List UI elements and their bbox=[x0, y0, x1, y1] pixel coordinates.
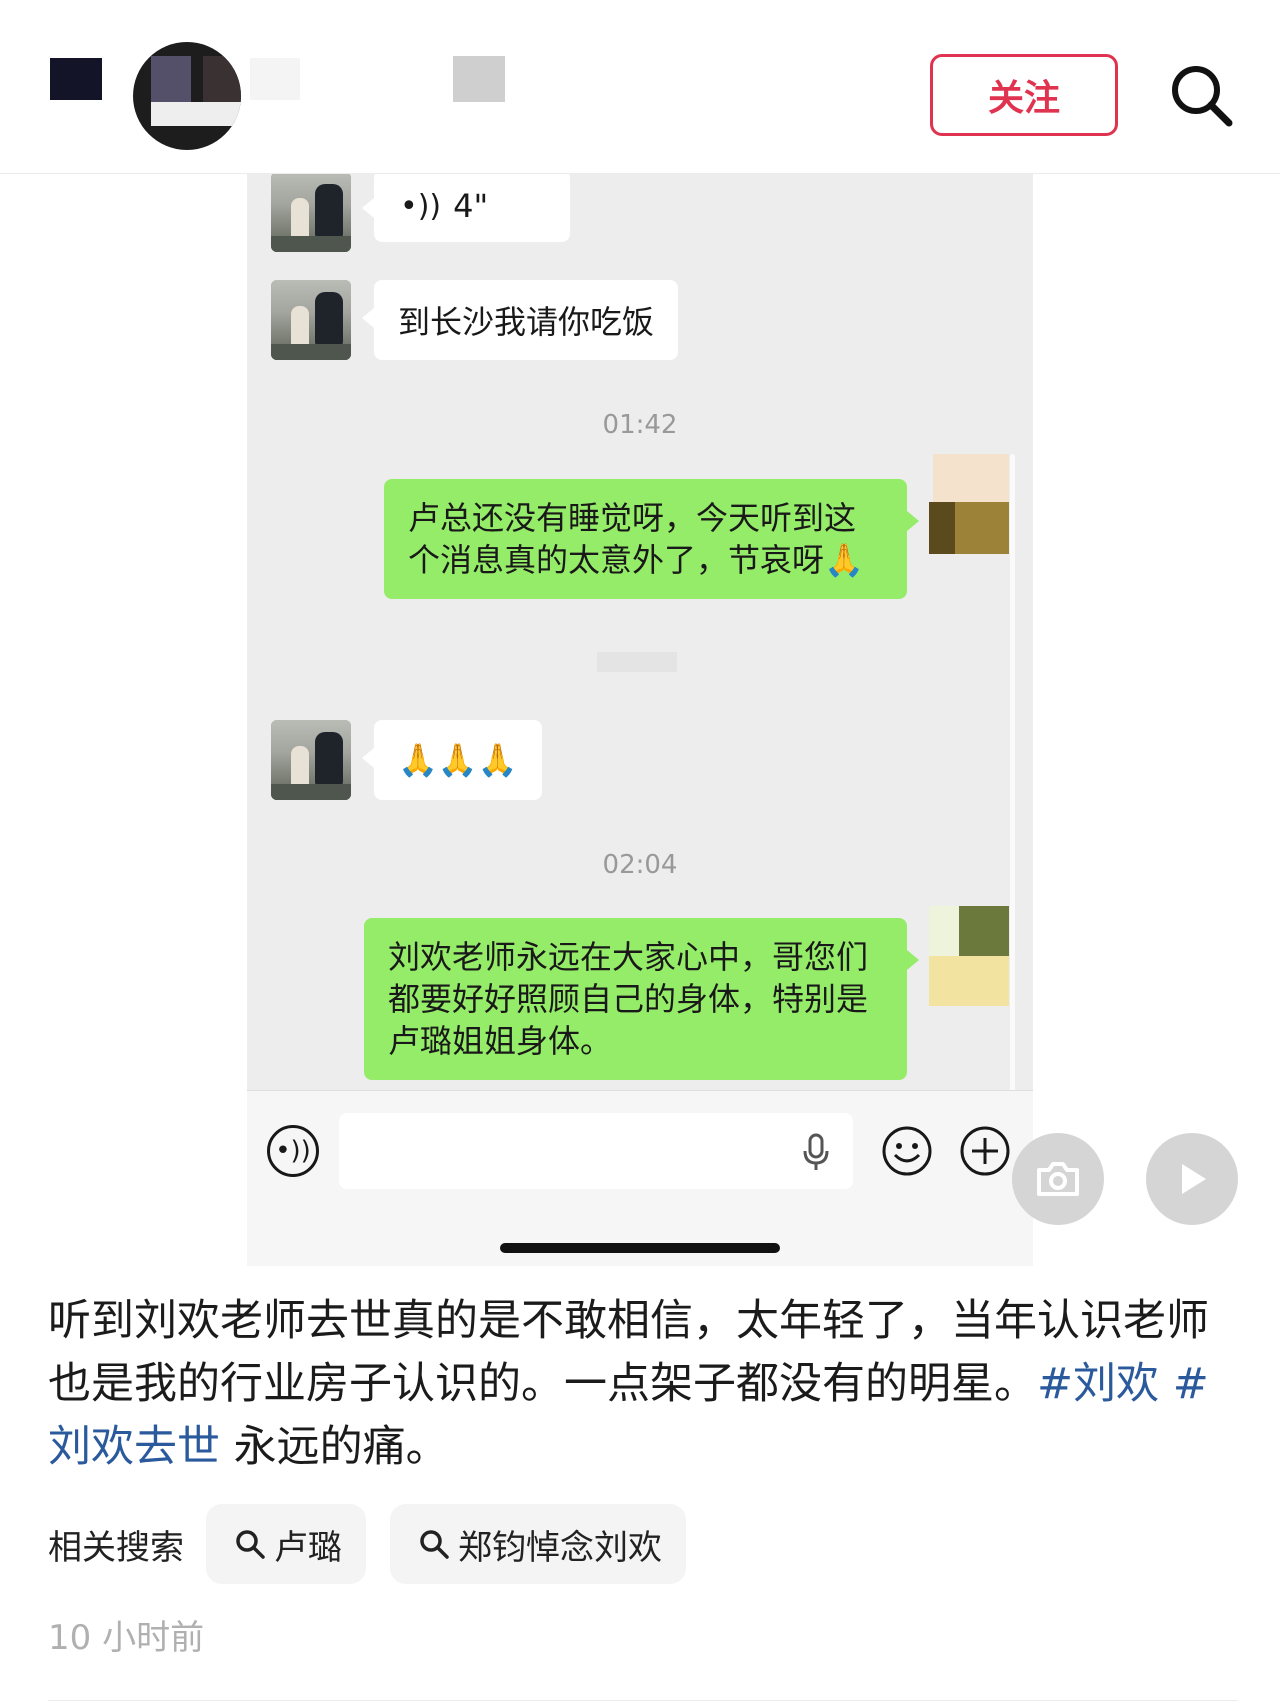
chat-input-bar: •)) bbox=[247, 1090, 1033, 1266]
message-text: 刘欢老师永远在大家心中，哥您们都要好好照顾自己的身体，特别是卢璐姐姐身体。 bbox=[388, 938, 869, 1060]
outgoing-message[interactable]: 刘欢老师永远在大家心中，哥您们都要好好照顾自己的身体，特别是卢璐姐姐身体。 bbox=[364, 918, 919, 1080]
message-text: 到长沙我请你吃饭 bbox=[398, 303, 655, 341]
post-caption: 听到刘欢老师去世真的是不敢相信，太年轻了，当年认识老师也是我的行业房子认识的。一… bbox=[48, 1290, 1238, 1479]
outgoing-message[interactable]: 卢总还没有睡觉呀，今天听到这个消息真的太意外了，节哀呀🙏 bbox=[384, 479, 919, 599]
top-bar: 关注 bbox=[0, 0, 1280, 174]
chat-timestamp: 02:04 bbox=[602, 850, 678, 880]
voice-duration: 4" bbox=[453, 187, 489, 225]
search-icon[interactable] bbox=[1168, 62, 1234, 128]
home-indicator bbox=[500, 1243, 780, 1253]
voice-wave-icon: •)) bbox=[400, 188, 442, 224]
voice-mode-icon[interactable]: •)) bbox=[267, 1125, 319, 1177]
hashtag-link[interactable]: #刘欢 bbox=[1037, 1359, 1159, 1409]
contact-avatar bbox=[271, 174, 351, 252]
caption-tail: 永远的痛。 bbox=[233, 1422, 449, 1472]
message-input[interactable] bbox=[339, 1113, 853, 1189]
blurred-timestamp bbox=[597, 652, 677, 672]
author-name-blurred[interactable] bbox=[250, 58, 300, 100]
chat-screenshot[interactable]: •)) 4" 到长沙我请你吃饭 01:42 卢总还没有睡觉呀，今天听到这个消息真… bbox=[247, 174, 1033, 1266]
contact-avatar bbox=[271, 280, 351, 360]
play-button[interactable] bbox=[1146, 1133, 1238, 1225]
self-avatar bbox=[929, 454, 1009, 554]
chip-label: 郑钧悼念刘欢 bbox=[458, 1527, 662, 1568]
camera-icon bbox=[1037, 1162, 1079, 1196]
related-search-chip[interactable]: 卢璐 bbox=[206, 1504, 366, 1584]
camera-button[interactable] bbox=[1012, 1133, 1104, 1225]
author-badge-blurred bbox=[453, 56, 505, 102]
microphone-icon[interactable] bbox=[801, 1133, 831, 1171]
message-text: 🙏🙏🙏 bbox=[398, 741, 518, 779]
incoming-message[interactable]: 到长沙我请你吃饭 bbox=[361, 280, 679, 360]
incoming-message[interactable]: 🙏🙏🙏 bbox=[362, 720, 542, 800]
emoji-icon[interactable] bbox=[881, 1125, 933, 1177]
follow-button[interactable]: 关注 bbox=[930, 54, 1118, 136]
related-searches: 相关搜索 卢璐 郑钧悼念刘欢 bbox=[48, 1504, 710, 1584]
related-search-chip[interactable]: 郑钧悼念刘欢 bbox=[390, 1504, 686, 1584]
self-avatar bbox=[929, 906, 1009, 1006]
post-time: 10 小时前 bbox=[48, 1618, 205, 1658]
search-icon bbox=[236, 1530, 265, 1559]
chip-label: 卢璐 bbox=[274, 1527, 342, 1568]
contact-avatar bbox=[271, 720, 351, 800]
related-label: 相关搜索 bbox=[48, 1527, 184, 1568]
play-icon bbox=[1182, 1164, 1206, 1194]
voice-message-bubble[interactable]: •)) 4" bbox=[362, 174, 570, 242]
author-avatar[interactable] bbox=[133, 42, 241, 150]
search-icon bbox=[420, 1530, 449, 1559]
back-icon[interactable] bbox=[50, 58, 102, 100]
scroll-indicator bbox=[1010, 454, 1015, 1144]
plus-icon[interactable] bbox=[959, 1125, 1011, 1177]
divider bbox=[48, 1700, 1238, 1701]
chat-timestamp: 01:42 bbox=[602, 410, 678, 440]
caption-text: 听到刘欢老师去世真的是不敢相信，太年轻了，当年认识老师也是我的行业房子认识的。一… bbox=[48, 1296, 1209, 1409]
message-text: 卢总还没有睡觉呀，今天听到这个消息真的太意外了，节哀呀🙏 bbox=[408, 499, 864, 579]
